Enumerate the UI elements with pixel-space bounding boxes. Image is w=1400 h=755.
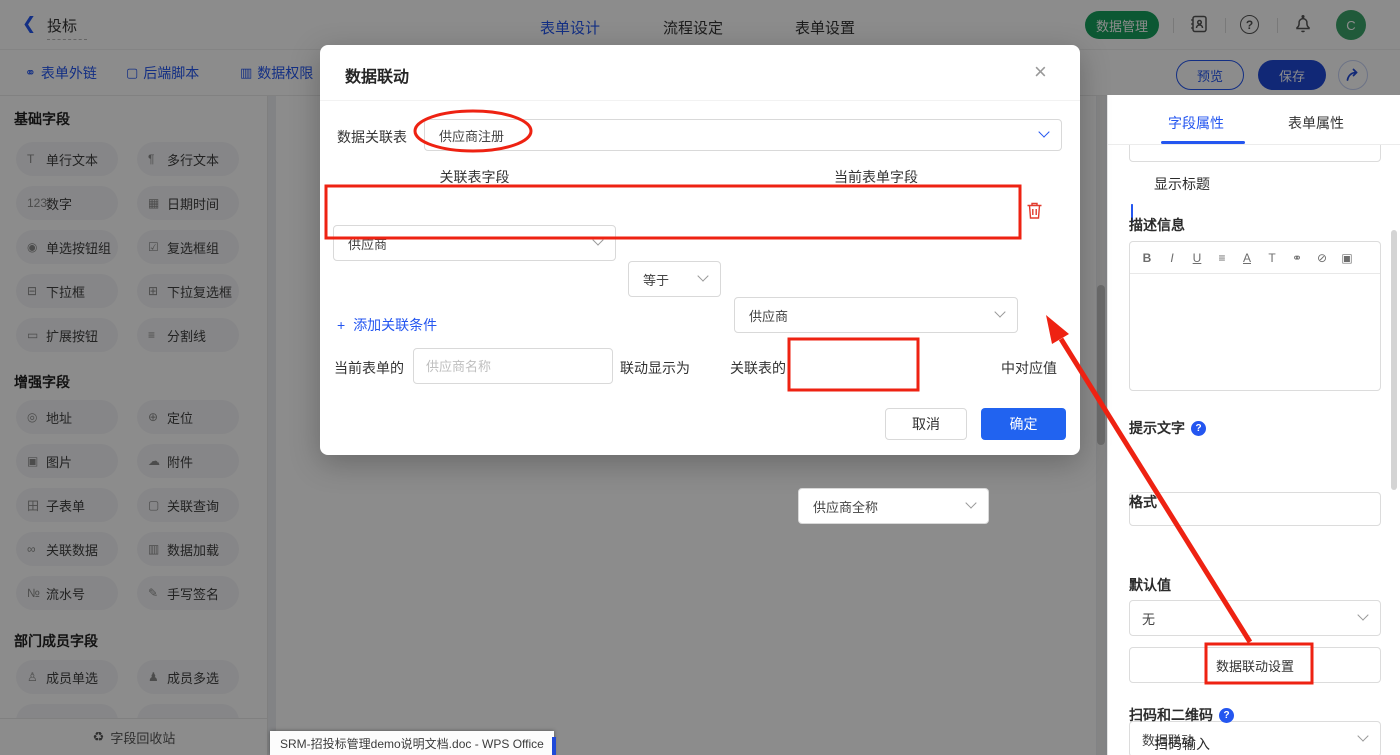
modal-title: 数据联动 <box>345 63 409 87</box>
mapping-of-table-label: 关联表的 <box>730 358 786 378</box>
wps-window-edge <box>552 737 556 755</box>
app: ❮ 投标 表单设计 流程设定 表单设置 数据管理 ? C <box>0 0 1400 755</box>
editor-toolbar: B I U ≡ A T ⚭ ⊘ ▣ <box>1130 242 1380 274</box>
panel-body: 显示标题 描述信息 B I U ≡ A T ⚭ ⊘ ▣ 提示文字 ? <box>1108 145 1400 755</box>
plus-icon: + <box>337 317 345 333</box>
font-color-icon[interactable]: A <box>1239 251 1255 265</box>
condition-form-field-value: 供应商 <box>749 306 788 325</box>
chevron-down-icon <box>994 306 1005 317</box>
hint-text-label: 提示文字 ? <box>1129 418 1206 438</box>
cancel-button[interactable]: 取消 <box>885 408 967 440</box>
data-linkage-modal: 数据联动 × 数据关联表 供应商注册 关联表字段 当前表单字段 供应商 等于 供… <box>320 45 1080 455</box>
chevron-down-icon <box>1357 609 1368 620</box>
condition-operator-value: 等于 <box>643 270 669 289</box>
mapping-suffix-label: 中对应值 <box>1001 358 1057 378</box>
format-label: 格式 <box>1129 492 1157 512</box>
condition-form-field-select[interactable]: 供应商 <box>734 297 1018 333</box>
scan-qr-label: 扫码和二维码 ? <box>1129 705 1234 725</box>
panel-scrollbar-thumb[interactable] <box>1391 230 1397 490</box>
data-linkage-settings-button[interactable]: 数据联动设置 <box>1129 647 1381 683</box>
description-label: 描述信息 <box>1129 215 1185 235</box>
link-table-value: 供应商注册 <box>439 126 504 145</box>
italic-icon[interactable]: I <box>1164 251 1180 265</box>
link-icon[interactable]: ⚭ <box>1289 251 1305 265</box>
link-table-select[interactable]: 供应商注册 <box>424 119 1062 151</box>
chevron-down-icon <box>592 234 603 245</box>
condition-field-value: 供应商 <box>348 234 387 253</box>
chevron-down-icon <box>697 270 708 281</box>
column-header-link-field: 关联表字段 <box>333 167 616 187</box>
chevron-down-icon <box>1038 126 1049 137</box>
condition-field-select[interactable]: 供应商 <box>333 225 616 261</box>
condition-operator-select[interactable]: 等于 <box>628 261 721 297</box>
bold-icon[interactable]: B <box>1139 251 1155 265</box>
chevron-down-icon <box>1357 730 1368 741</box>
delete-condition-trash-icon[interactable] <box>1026 201 1043 225</box>
tab-form-properties[interactable]: 表单属性 <box>1288 113 1344 133</box>
format-value: 无 <box>1142 609 1155 628</box>
mapping-middle-label: 联动显示为 <box>620 358 690 378</box>
mapping-prefix-label: 当前表单的 <box>334 358 404 378</box>
rich-text-editor[interactable]: B I U ≡ A T ⚭ ⊘ ▣ <box>1129 241 1381 391</box>
image-icon[interactable]: ▣ <box>1339 251 1355 265</box>
format-select[interactable]: 无 <box>1129 600 1381 636</box>
default-value-label: 默认值 <box>1129 575 1171 595</box>
wps-taskbar-tooltip[interactable]: SRM-招投标管理demo说明文档.doc - WPS Office <box>270 731 554 755</box>
chevron-down-icon <box>965 497 976 508</box>
help-icon[interactable]: ? <box>1219 708 1234 723</box>
hint-text-input[interactable] <box>1129 492 1381 526</box>
help-icon[interactable]: ? <box>1191 421 1206 436</box>
scan-input-label: 扫码输入 <box>1154 734 1210 754</box>
font-size-icon[interactable]: T <box>1264 251 1280 265</box>
mapping-value: 供应商全称 <box>813 497 878 516</box>
unlink-icon[interactable]: ⊘ <box>1314 251 1330 265</box>
close-icon[interactable]: × <box>1034 59 1047 85</box>
underline-icon[interactable]: U <box>1189 251 1205 265</box>
properties-panel: 字段属性 表单属性 显示标题 描述信息 B I U ≡ A T ⚭ ⊘ ▣ <box>1107 95 1400 755</box>
align-icon[interactable]: ≡ <box>1214 251 1230 265</box>
mapping-field-input[interactable] <box>413 348 613 384</box>
column-header-form-field: 当前表单字段 <box>734 167 1018 187</box>
add-condition-link[interactable]: + 添加关联条件 <box>337 315 437 335</box>
tab-field-properties[interactable]: 字段属性 <box>1168 113 1224 133</box>
partial-scrolled-input[interactable] <box>1129 145 1381 162</box>
divider <box>320 100 1080 101</box>
link-table-label: 数据关联表 <box>337 127 407 147</box>
confirm-button[interactable]: 确定 <box>981 408 1066 440</box>
mapping-value-select[interactable]: 供应商全称 <box>798 488 989 524</box>
show-title-label: 显示标题 <box>1154 174 1210 194</box>
